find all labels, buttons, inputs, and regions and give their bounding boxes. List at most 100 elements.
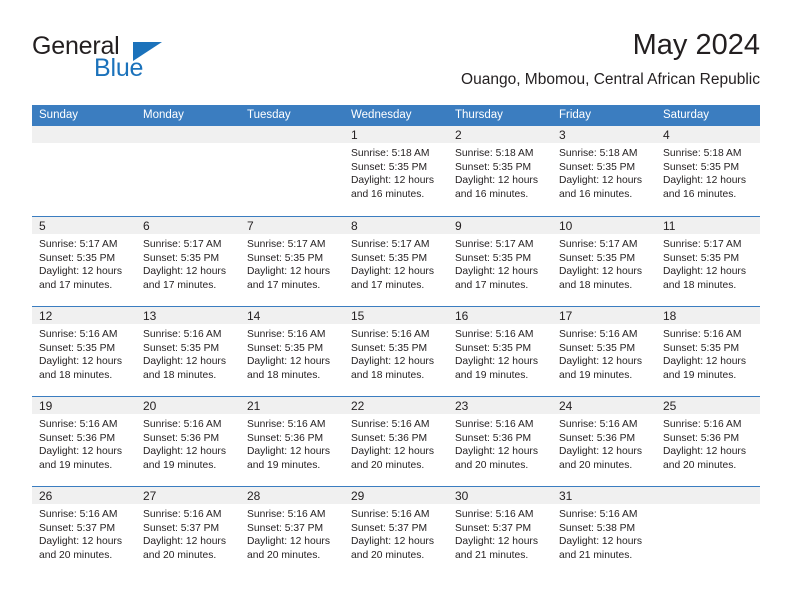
sunset-text: Sunset: 5:36 PM	[663, 432, 740, 444]
calendar-day-cell[interactable]: 14 Sunrise: 5:16 AM Sunset: 5:35 PM Dayligh…	[240, 307, 344, 396]
sunrise-text: Sunrise: 5:16 AM	[39, 419, 118, 430]
calendar-day-cell-empty	[32, 126, 136, 216]
day-sun-info: Sunrise: 5:16 AM Sunset: 5:35 PM Daylight:…	[32, 324, 136, 382]
daylight-text: Daylight: 12 hours and 19 minutes.	[39, 446, 122, 471]
calendar-day-cell[interactable]: 25 Sunrise: 5:16 AM Sunset: 5:36 PM Dayligh…	[656, 397, 760, 486]
day-sun-info: Sunrise: 5:16 AM Sunset: 5:37 PM Daylight:…	[344, 504, 448, 562]
sunset-text: Sunset: 5:35 PM	[351, 161, 428, 173]
sunrise-text: Sunrise: 5:18 AM	[663, 148, 742, 159]
day-sun-info: Sunrise: 5:16 AM Sunset: 5:37 PM Daylight:…	[240, 504, 344, 562]
day-sun-info: Sunrise: 5:17 AM Sunset: 5:35 PM Daylight:…	[136, 234, 240, 292]
day-number-band: 21	[240, 397, 344, 414]
calendar-day-cell[interactable]: 11 Sunrise: 5:17 AM Sunset: 5:35 PM Dayligh…	[656, 217, 760, 306]
calendar-day-cell-empty	[240, 126, 344, 216]
sunset-text: Sunset: 5:35 PM	[663, 252, 740, 264]
day-number: 30	[455, 489, 469, 503]
day-number: 6	[143, 219, 150, 233]
daylight-text: Daylight: 12 hours and 20 minutes.	[351, 446, 434, 471]
sunset-text: Sunset: 5:37 PM	[455, 522, 532, 534]
day-sun-info: Sunrise: 5:16 AM Sunset: 5:36 PM Daylight:…	[240, 414, 344, 472]
calendar-day-cell[interactable]: 13 Sunrise: 5:16 AM Sunset: 5:35 PM Dayligh…	[136, 307, 240, 396]
day-number: 27	[143, 489, 157, 503]
day-number: 20	[143, 399, 157, 413]
day-number: 8	[351, 219, 358, 233]
sunset-text: Sunset: 5:36 PM	[455, 432, 532, 444]
calendar-day-cell[interactable]: 20 Sunrise: 5:16 AM Sunset: 5:36 PM Dayligh…	[136, 397, 240, 486]
sunrise-text: Sunrise: 5:17 AM	[455, 239, 534, 250]
calendar-day-cell[interactable]: 29 Sunrise: 5:16 AM Sunset: 5:37 PM Dayligh…	[344, 487, 448, 576]
calendar-day-cell[interactable]: 3 Sunrise: 5:18 AM Sunset: 5:35 PM Daylight…	[552, 126, 656, 216]
daylight-text: Daylight: 12 hours and 20 minutes.	[143, 536, 226, 561]
sunset-text: Sunset: 5:35 PM	[39, 252, 116, 264]
day-sun-info: Sunrise: 5:17 AM Sunset: 5:35 PM Daylight:…	[344, 234, 448, 292]
calendar-day-cell[interactable]: 24 Sunrise: 5:16 AM Sunset: 5:36 PM Dayligh…	[552, 397, 656, 486]
day-number-band: 4	[656, 126, 760, 143]
daylight-text: Daylight: 12 hours and 21 minutes.	[455, 536, 538, 561]
calendar-day-cell[interactable]: 17 Sunrise: 5:16 AM Sunset: 5:35 PM Dayligh…	[552, 307, 656, 396]
sunrise-text: Sunrise: 5:16 AM	[559, 329, 638, 340]
day-sun-info: Sunrise: 5:16 AM Sunset: 5:37 PM Daylight:…	[448, 504, 552, 562]
calendar-day-cell[interactable]: 22 Sunrise: 5:16 AM Sunset: 5:36 PM Dayligh…	[344, 397, 448, 486]
sunset-text: Sunset: 5:35 PM	[455, 161, 532, 173]
calendar-day-cell[interactable]: 21 Sunrise: 5:16 AM Sunset: 5:36 PM Dayligh…	[240, 397, 344, 486]
sunrise-text: Sunrise: 5:17 AM	[351, 239, 430, 250]
day-number-band: 1	[344, 126, 448, 143]
sunrise-text: Sunrise: 5:16 AM	[143, 329, 222, 340]
calendar-day-cell[interactable]: 7 Sunrise: 5:17 AM Sunset: 5:35 PM Daylight…	[240, 217, 344, 306]
day-number: 17	[559, 309, 573, 323]
calendar-day-cell[interactable]: 31 Sunrise: 5:16 AM Sunset: 5:38 PM Dayligh…	[552, 487, 656, 576]
calendar-week-row: 19 Sunrise: 5:16 AM Sunset: 5:36 PM Dayligh…	[32, 396, 760, 486]
day-number-band: 12	[32, 307, 136, 324]
sunset-text: Sunset: 5:35 PM	[247, 342, 324, 354]
sunrise-text: Sunrise: 5:17 AM	[663, 239, 742, 250]
calendar-day-cell[interactable]: 16 Sunrise: 5:16 AM Sunset: 5:35 PM Dayligh…	[448, 307, 552, 396]
calendar-day-cell[interactable]: 10 Sunrise: 5:17 AM Sunset: 5:35 PM Dayligh…	[552, 217, 656, 306]
day-number-band: 3	[552, 126, 656, 143]
daylight-text: Daylight: 12 hours and 16 minutes.	[455, 175, 538, 200]
calendar-day-cell[interactable]: 19 Sunrise: 5:16 AM Sunset: 5:36 PM Dayligh…	[32, 397, 136, 486]
day-sun-info: Sunrise: 5:16 AM Sunset: 5:36 PM Daylight:…	[344, 414, 448, 472]
calendar-day-cell[interactable]: 15 Sunrise: 5:16 AM Sunset: 5:35 PM Dayligh…	[344, 307, 448, 396]
calendar-day-cell[interactable]: 9 Sunrise: 5:17 AM Sunset: 5:35 PM Daylight…	[448, 217, 552, 306]
day-number: 14	[247, 309, 261, 323]
calendar-day-cell[interactable]: 5 Sunrise: 5:17 AM Sunset: 5:35 PM Daylight…	[32, 217, 136, 306]
calendar-day-cell[interactable]: 26 Sunrise: 5:16 AM Sunset: 5:37 PM Dayligh…	[32, 487, 136, 576]
calendar-body: 1 Sunrise: 5:18 AM Sunset: 5:35 PM Daylight…	[32, 126, 760, 576]
calendar-day-cell[interactable]: 1 Sunrise: 5:18 AM Sunset: 5:35 PM Daylight…	[344, 126, 448, 216]
day-number-band: 5	[32, 217, 136, 234]
day-sun-info: Sunrise: 5:16 AM Sunset: 5:37 PM Daylight:…	[136, 504, 240, 562]
day-sun-info: Sunrise: 5:16 AM Sunset: 5:35 PM Daylight:…	[448, 324, 552, 382]
day-number: 29	[351, 489, 365, 503]
sunrise-text: Sunrise: 5:16 AM	[663, 419, 742, 430]
day-sun-info: Sunrise: 5:18 AM Sunset: 5:35 PM Daylight:…	[448, 143, 552, 201]
daylight-text: Daylight: 12 hours and 19 minutes.	[143, 446, 226, 471]
daylight-text: Daylight: 12 hours and 18 minutes.	[39, 356, 122, 381]
calendar-day-cell[interactable]: 2 Sunrise: 5:18 AM Sunset: 5:35 PM Daylight…	[448, 126, 552, 216]
daylight-text: Daylight: 12 hours and 16 minutes.	[351, 175, 434, 200]
sunset-text: Sunset: 5:35 PM	[663, 161, 740, 173]
calendar-day-cell[interactable]: 27 Sunrise: 5:16 AM Sunset: 5:37 PM Dayligh…	[136, 487, 240, 576]
calendar-day-cell[interactable]: 30 Sunrise: 5:16 AM Sunset: 5:37 PM Dayligh…	[448, 487, 552, 576]
calendar-day-cell[interactable]: 18 Sunrise: 5:16 AM Sunset: 5:35 PM Dayligh…	[656, 307, 760, 396]
day-sun-info: Sunrise: 5:17 AM Sunset: 5:35 PM Daylight:…	[32, 234, 136, 292]
day-number: 28	[247, 489, 261, 503]
daylight-text: Daylight: 12 hours and 17 minutes.	[455, 266, 538, 291]
sunrise-text: Sunrise: 5:16 AM	[559, 509, 638, 520]
sunset-text: Sunset: 5:36 PM	[39, 432, 116, 444]
sunrise-text: Sunrise: 5:18 AM	[455, 148, 534, 159]
calendar-day-cell[interactable]: 23 Sunrise: 5:16 AM Sunset: 5:36 PM Dayligh…	[448, 397, 552, 486]
sunset-text: Sunset: 5:38 PM	[559, 522, 636, 534]
calendar-day-cell[interactable]: 8 Sunrise: 5:17 AM Sunset: 5:35 PM Daylight…	[344, 217, 448, 306]
calendar-day-cell[interactable]: 12 Sunrise: 5:16 AM Sunset: 5:35 PM Dayligh…	[32, 307, 136, 396]
day-number-band: 18	[656, 307, 760, 324]
day-sun-info: Sunrise: 5:16 AM Sunset: 5:35 PM Daylight:…	[344, 324, 448, 382]
day-number: 15	[351, 309, 365, 323]
day-number-band: 29	[344, 487, 448, 504]
calendar-day-cell[interactable]: 4 Sunrise: 5:18 AM Sunset: 5:35 PM Daylight…	[656, 126, 760, 216]
day-number-band	[136, 126, 240, 143]
day-number: 10	[559, 219, 573, 233]
calendar-day-cell[interactable]: 6 Sunrise: 5:17 AM Sunset: 5:35 PM Daylight…	[136, 217, 240, 306]
sunrise-text: Sunrise: 5:16 AM	[351, 509, 430, 520]
day-number-band: 7	[240, 217, 344, 234]
calendar-day-cell[interactable]: 28 Sunrise: 5:16 AM Sunset: 5:37 PM Dayligh…	[240, 487, 344, 576]
